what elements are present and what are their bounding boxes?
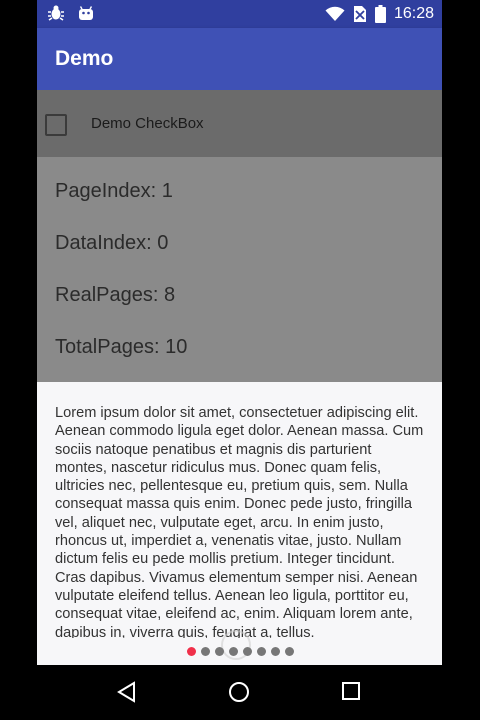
- page-dot[interactable]: [201, 647, 210, 656]
- page-index-text: PageIndex: 1: [55, 180, 173, 202]
- data-index-text: DataIndex: 0: [55, 232, 169, 254]
- demo-checkbox-label: Demo CheckBox: [91, 115, 204, 132]
- battery-icon: [374, 5, 386, 23]
- demo-checkbox[interactable]: [45, 114, 67, 136]
- page-dot[interactable]: [285, 647, 294, 656]
- page-dot[interactable]: [257, 647, 266, 656]
- bug-icon: [47, 4, 65, 22]
- demo-checkbox-row[interactable]: Demo CheckBox: [37, 90, 442, 157]
- content-area: Demo CheckBox PageIndex: 1 DataIndex: 0 …: [37, 90, 442, 665]
- page-dot[interactable]: [271, 647, 280, 656]
- lorem-text: Lorem ipsum dolor sit amet, consectetuer…: [55, 405, 424, 638]
- page-dot[interactable]: [229, 647, 238, 656]
- status-time: 16:28: [393, 5, 434, 22]
- home-icon[interactable]: [228, 681, 250, 708]
- status-bar: 16:28: [37, 0, 442, 28]
- total-pages-text: TotalPages: 10: [55, 336, 188, 358]
- page-indicator[interactable]: [187, 647, 294, 656]
- android-icon: [77, 4, 95, 22]
- page-dot[interactable]: [215, 647, 224, 656]
- page-info-list: PageIndex: 1 DataIndex: 0 RealPages: 8 T…: [55, 180, 187, 388]
- back-icon[interactable]: [116, 681, 138, 708]
- recents-icon[interactable]: [341, 681, 361, 706]
- page-dot-active[interactable]: [187, 647, 196, 656]
- bottom-sheet-pager[interactable]: Lorem ipsum dolor sit amet, consectetuer…: [37, 382, 442, 665]
- wifi-icon: [325, 6, 345, 22]
- no-sim-icon: [353, 5, 367, 23]
- navigation-bar: [0, 665, 480, 720]
- page-dot[interactable]: [243, 647, 252, 656]
- app-bar: Demo: [37, 28, 442, 90]
- app-title: Demo: [55, 47, 114, 70]
- real-pages-text: RealPages: 8: [55, 284, 176, 306]
